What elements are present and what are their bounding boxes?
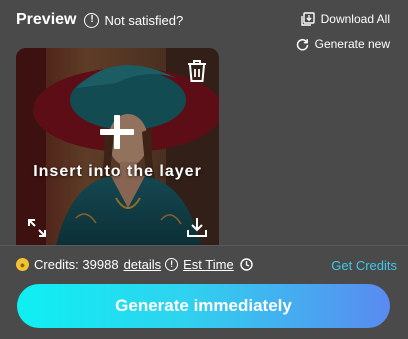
generate-immediately-button[interactable]: Generate immediately bbox=[17, 284, 390, 328]
download-icon[interactable] bbox=[186, 216, 208, 238]
not-satisfied-label: Not satisfied? bbox=[104, 12, 184, 28]
trash-icon[interactable] bbox=[186, 59, 208, 83]
divider bbox=[0, 245, 408, 246]
info-circle-icon[interactable]: ! bbox=[165, 258, 179, 271]
expand-icon[interactable] bbox=[27, 218, 47, 238]
generate-new-label: Generate new bbox=[314, 37, 390, 51]
insert-into-layer-label[interactable]: Insert into the layer bbox=[16, 163, 219, 181]
plus-icon[interactable] bbox=[100, 115, 134, 149]
credits-row: ● Credits: 39988 details ! Est Time bbox=[16, 257, 253, 272]
download-all-icon bbox=[300, 12, 315, 26]
generate-new-button[interactable]: Generate new bbox=[296, 37, 390, 51]
preview-header: Preview ! Not satisfied? bbox=[16, 11, 183, 29]
get-credits-link[interactable]: Get Credits bbox=[331, 258, 397, 273]
preview-panel: Preview ! Not satisfied? Download All Ge… bbox=[0, 0, 408, 339]
download-all-button[interactable]: Download All bbox=[300, 12, 390, 26]
coin-icon: ● bbox=[16, 258, 29, 271]
download-all-label: Download All bbox=[320, 12, 390, 26]
clock-icon bbox=[240, 258, 253, 271]
not-satisfied-link[interactable]: ! Not satisfied? bbox=[84, 12, 184, 28]
refresh-icon bbox=[296, 38, 309, 51]
est-time-link[interactable]: Est Time bbox=[183, 257, 234, 272]
page-title: Preview bbox=[16, 11, 77, 28]
preview-image[interactable]: Insert into the layer bbox=[16, 48, 219, 245]
details-link[interactable]: details bbox=[124, 257, 162, 272]
info-circle-icon: ! bbox=[84, 12, 100, 28]
credits-label: Credits: 39988 bbox=[34, 257, 119, 272]
